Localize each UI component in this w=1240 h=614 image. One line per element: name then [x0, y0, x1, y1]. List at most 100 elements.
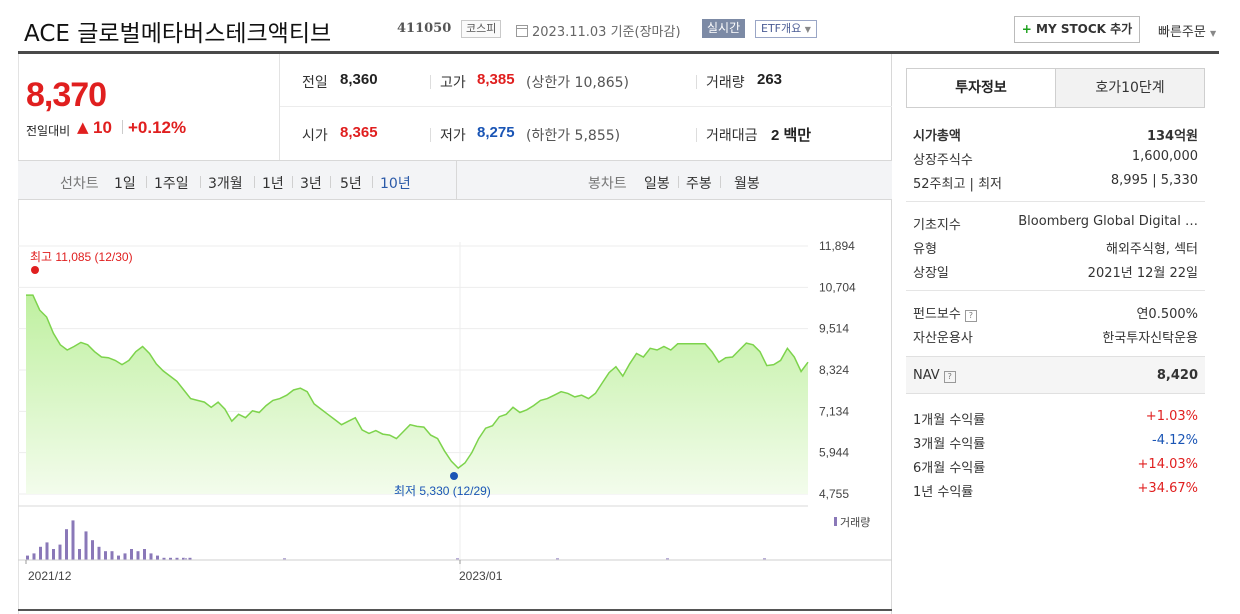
volume-bar — [123, 553, 127, 560]
volume-bar — [130, 549, 133, 560]
calendar-icon — [516, 25, 528, 37]
volume-bar — [71, 520, 75, 560]
return-3m-value: -4.12% — [1152, 433, 1198, 448]
y-tick-label: 9,514 — [819, 322, 849, 336]
volume-label: 거래량 — [706, 75, 745, 91]
change-label: 전일대비 — [26, 124, 71, 138]
nav-label-text: NAV — [913, 368, 940, 383]
volume-bar — [91, 540, 94, 560]
period-3y[interactable]: 3년 — [300, 173, 322, 193]
max-marker — [31, 266, 39, 274]
y-tick-label: 7,134 — [819, 404, 849, 418]
volume-bar — [39, 546, 42, 560]
quote-date: 2023.11.03 기준(장마감) — [516, 21, 681, 40]
week52-high: 8,995 — [1110, 173, 1149, 188]
type-label: 유형 — [913, 242, 937, 257]
change-percent: +0.12% — [128, 118, 187, 137]
period-3m[interactable]: 3개월 — [208, 173, 243, 193]
open-value: 8,365 — [340, 124, 378, 141]
fee-label: 펀드보수? — [913, 303, 977, 322]
nav-value: 8,420 — [1156, 368, 1198, 383]
volume-bar — [136, 551, 140, 560]
divider — [330, 176, 331, 188]
divider — [254, 176, 255, 188]
date-note: 기준(장마감) — [610, 25, 681, 40]
volume-bar — [149, 553, 153, 560]
etf-overview-dropdown[interactable]: ETF개요 ▼ — [755, 20, 817, 38]
divider — [146, 176, 147, 188]
y-tick-label: 10,704 — [819, 280, 856, 294]
volume-legend-swatch — [834, 517, 837, 526]
tab-underline — [906, 107, 1205, 108]
divider — [292, 176, 293, 188]
return-1y-value: +34.67% — [1137, 481, 1198, 496]
return-1m-value: +1.03% — [1145, 409, 1198, 424]
volume-bar — [26, 555, 29, 560]
ticker-code: 411050 — [397, 21, 452, 36]
divider — [696, 75, 697, 89]
period-1d[interactable]: 1일 — [114, 173, 136, 193]
line-chart-label: 선차트 — [60, 176, 99, 192]
divider — [906, 201, 1205, 202]
candle-daily[interactable]: 일봉 — [644, 173, 670, 193]
return-1y-label: 1년 수익률 — [913, 485, 974, 500]
market-cap-label: 시가총액 — [913, 129, 961, 144]
return-3m-label: 3개월 수익률 — [913, 437, 986, 452]
help-icon[interactable]: ? — [943, 371, 956, 383]
divider — [678, 176, 679, 188]
listed-label: 상장일 — [913, 266, 949, 281]
help-icon[interactable]: ? — [964, 310, 977, 322]
volume-bar — [97, 546, 101, 560]
fee-label-text: 펀드보수 — [913, 307, 961, 322]
week52-value: 8,995 | 5,330 — [1110, 173, 1198, 188]
y-tick-label: 11,894 — [819, 239, 855, 253]
min-label: 최저 5,330 (12/29) — [394, 484, 491, 498]
price-box: 8,370 전일대비 ▲ 10 +0.12% — [18, 54, 280, 160]
candle-chart-label: 봉차트 — [588, 176, 627, 192]
divider — [696, 128, 697, 142]
up-arrow-icon: ▲ — [77, 118, 89, 136]
etf-title: ACE 글로벌메타버스테크액티브 — [24, 21, 332, 47]
period-1y[interactable]: 1년 — [262, 173, 284, 193]
price-area — [26, 295, 808, 494]
price-chart[interactable]: 11,894 10,704 9,514 8,324 7,134 5,944 4,755 최고 … — [18, 200, 892, 609]
current-price: 8,370 — [26, 76, 107, 114]
index-value: Bloomberg Global Digital … — [1018, 214, 1198, 229]
high-value: 8,385 — [477, 71, 515, 88]
open-label: 시가 — [302, 128, 328, 144]
volume-bar — [104, 551, 107, 560]
etf-overview-label: ETF개요 — [761, 22, 802, 35]
volume-bar — [143, 549, 146, 560]
y-tick-label: 8,324 — [819, 363, 849, 377]
candle-weekly[interactable]: 주봉 — [686, 173, 712, 193]
low-value: 8,275 — [477, 124, 515, 141]
chart-bottom-border — [18, 609, 892, 611]
divider — [906, 290, 1205, 291]
dropdown-arrow-icon: ▼ — [804, 25, 811, 34]
period-5y[interactable]: 5년 — [340, 173, 362, 193]
tab-investment-info[interactable]: 투자정보 — [906, 68, 1056, 108]
amount-label: 거래대금 — [706, 128, 758, 144]
divider — [430, 75, 431, 89]
quick-order-dropdown[interactable]: 빠른주문 ▼ — [1158, 21, 1216, 40]
tab-order-book[interactable]: 호가10단계 — [1055, 68, 1205, 108]
volume-bar — [156, 555, 159, 560]
divider — [720, 176, 721, 188]
realtime-badge[interactable]: 실시간 — [702, 19, 746, 38]
listed-value: 2021년 12월 22일 — [1087, 266, 1198, 281]
max-label: 최고 11,085 (12/30) — [30, 250, 133, 264]
volume-bar — [58, 544, 62, 560]
volume-bar — [65, 529, 68, 560]
dropdown-arrow-icon: ▼ — [1209, 29, 1217, 38]
volume-bar — [52, 549, 55, 560]
manager-value: 한국투자신탁운용 — [1102, 331, 1198, 346]
shares-value: 1,600,000 — [1131, 149, 1198, 164]
candle-monthly[interactable]: 월봉 — [734, 173, 760, 193]
add-my-stock-button[interactable]: + MY STOCK 추가 — [1014, 16, 1140, 43]
upper-limit: (상한가 10,865) — [526, 75, 630, 91]
type-value: 해외주식형, 섹터 — [1106, 242, 1198, 257]
min-marker — [450, 472, 458, 480]
divider — [372, 176, 373, 188]
period-1w[interactable]: 1주일 — [154, 173, 189, 193]
period-10y[interactable]: 10년 — [380, 173, 411, 193]
